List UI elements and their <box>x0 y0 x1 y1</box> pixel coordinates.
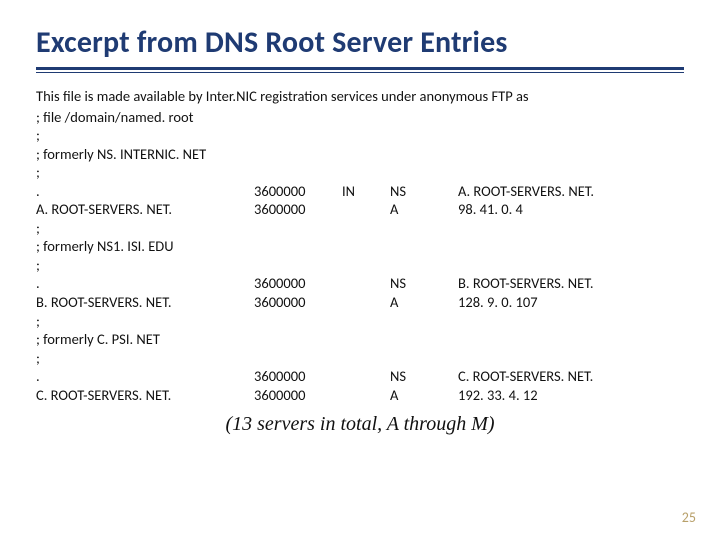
cell-c4: A <box>390 200 450 219</box>
cell-c1: A. ROOT-SERVERS. NET. <box>36 200 246 219</box>
cell-c3 <box>342 163 382 182</box>
cell-c1: ; <box>36 126 246 145</box>
cell-c5: B. ROOT-SERVERS. NET. <box>458 274 684 293</box>
cell-c3 <box>342 126 382 145</box>
cell-c1: B. ROOT-SERVERS. NET. <box>36 293 246 312</box>
cell-c1: . <box>36 367 246 386</box>
cell-c1: . <box>36 274 246 293</box>
cell-c4 <box>390 108 450 127</box>
cell-c2: 3600000 <box>254 367 334 386</box>
intro-line: This file is made available by Inter.NIC… <box>36 87 684 106</box>
cell-c3 <box>342 219 382 238</box>
cell-c3 <box>342 330 382 349</box>
cell-c5: 98. 41. 0. 4 <box>458 200 684 219</box>
page-number: 25 <box>682 509 696 526</box>
cell-c4 <box>390 145 450 164</box>
cell-c2 <box>254 237 334 256</box>
cell-c2: 3600000 <box>254 293 334 312</box>
cell-c3 <box>342 108 382 127</box>
cell-c4 <box>390 219 450 238</box>
cell-c1: ; formerly NS1. ISI. EDU <box>36 237 246 256</box>
cell-c5 <box>458 256 684 275</box>
cell-c1: ; <box>36 219 246 238</box>
cell-c3 <box>342 145 382 164</box>
cell-c3 <box>342 386 382 405</box>
cell-c2 <box>254 312 334 331</box>
cell-c3 <box>342 237 382 256</box>
cell-c2 <box>254 256 334 275</box>
body-text: This file is made available by Inter.NIC… <box>36 87 684 438</box>
cell-c3: IN <box>342 182 382 201</box>
cell-c4: A <box>390 293 450 312</box>
cell-c3 <box>342 256 382 275</box>
cell-c5: C. ROOT-SERVERS. NET. <box>458 367 684 386</box>
cell-c4 <box>390 163 450 182</box>
cell-c3 <box>342 200 382 219</box>
cell-c5: 192. 33. 4. 12 <box>458 386 684 405</box>
cell-c3 <box>342 312 382 331</box>
cell-c2 <box>254 126 334 145</box>
cell-c4 <box>390 349 450 368</box>
cell-c2: 3600000 <box>254 386 334 405</box>
cell-c5 <box>458 145 684 164</box>
cell-c2: 3600000 <box>254 274 334 293</box>
cell-c5 <box>458 126 684 145</box>
cell-c4 <box>390 126 450 145</box>
cell-c1: ; <box>36 163 246 182</box>
cell-c1: . <box>36 182 246 201</box>
cell-c4: NS <box>390 274 450 293</box>
cell-c2 <box>254 330 334 349</box>
cell-c1: C. ROOT-SERVERS. NET. <box>36 386 246 405</box>
cell-c3 <box>342 349 382 368</box>
cell-c2: 3600000 <box>254 200 334 219</box>
cell-c1: ; <box>36 312 246 331</box>
cell-c1: ; <box>36 256 246 275</box>
cell-c3 <box>342 293 382 312</box>
cell-c5 <box>458 312 684 331</box>
cell-c5 <box>458 349 684 368</box>
cell-c5: 128. 9. 0. 107 <box>458 293 684 312</box>
divider-thick <box>36 67 684 70</box>
cell-c2 <box>254 349 334 368</box>
cell-c4 <box>390 330 450 349</box>
cell-c4: NS <box>390 182 450 201</box>
cell-c4 <box>390 237 450 256</box>
cell-c1: ; <box>36 349 246 368</box>
cell-c3 <box>342 274 382 293</box>
cell-c2: 3600000 <box>254 182 334 201</box>
cell-c1: ; formerly C. PSI. NET <box>36 330 246 349</box>
cell-c2 <box>254 163 334 182</box>
page-title: Excerpt from DNS Root Server Entries <box>36 24 684 61</box>
cell-c2 <box>254 108 334 127</box>
cell-c3 <box>342 367 382 386</box>
cell-c1: ; formerly NS. INTERNIC. NET <box>36 145 246 164</box>
cell-c4 <box>390 256 450 275</box>
cell-c5 <box>458 108 684 127</box>
cell-c5 <box>458 163 684 182</box>
cell-c4: NS <box>390 367 450 386</box>
cell-c5 <box>458 219 684 238</box>
cell-c2 <box>254 219 334 238</box>
cell-c4: A <box>390 386 450 405</box>
cell-c2 <box>254 145 334 164</box>
footnote: (13 servers in total, A through M) <box>36 412 684 438</box>
dns-table: ; file /domain/named. root;; formerly NS… <box>36 108 684 405</box>
cell-c4 <box>390 312 450 331</box>
cell-c5 <box>458 237 684 256</box>
cell-c1: ; file /domain/named. root <box>36 108 246 127</box>
cell-c5 <box>458 330 684 349</box>
cell-c5: A. ROOT-SERVERS. NET. <box>458 182 684 201</box>
divider-thin <box>36 72 684 73</box>
